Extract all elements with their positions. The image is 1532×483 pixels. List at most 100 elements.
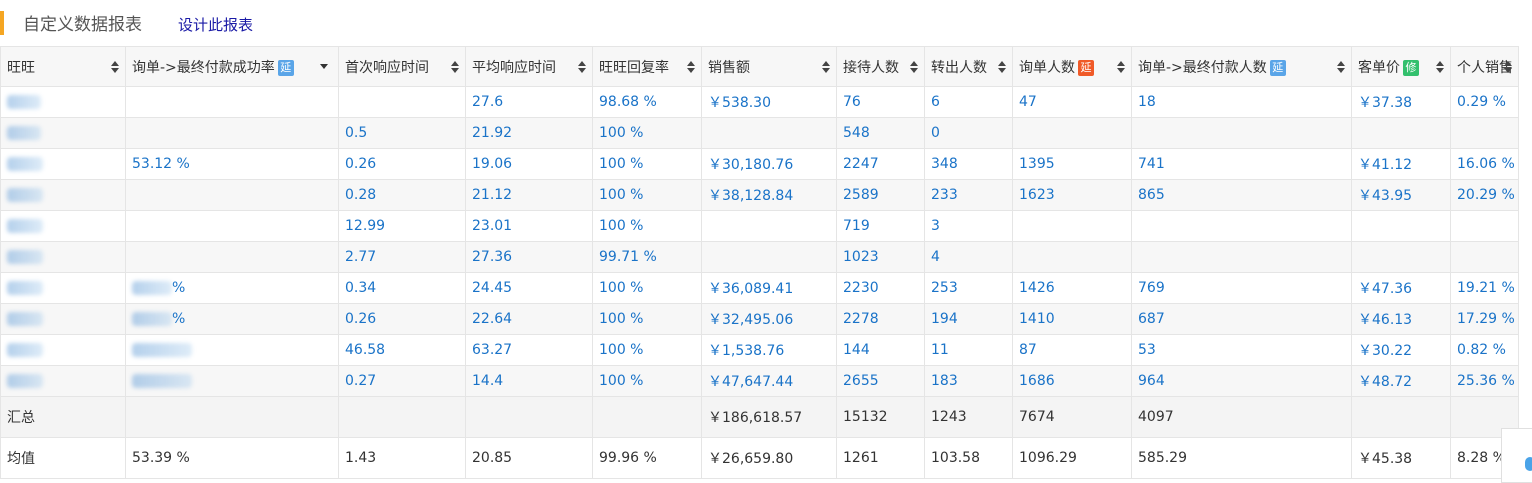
table-row[interactable]: 0.5 21.92 100 % 548 0 bbox=[0, 117, 1519, 149]
column-header[interactable]: 转出人数 bbox=[924, 46, 1013, 87]
table-cell: 24.45 bbox=[465, 272, 593, 304]
table-cell: 17.29 % bbox=[1450, 303, 1519, 335]
cell-value: 0.26 bbox=[345, 311, 377, 327]
cell-value: 0.28 bbox=[345, 187, 377, 203]
column-badge-icon: 修 bbox=[1403, 59, 1419, 76]
cell-value: ￥48.72 bbox=[1358, 374, 1413, 390]
column-header-label: 旺旺回复率 bbox=[599, 59, 669, 76]
table-cell: 100 % bbox=[592, 303, 702, 335]
cell-value: 2230 bbox=[843, 280, 879, 296]
cell-value: 0.26 bbox=[345, 156, 377, 172]
cell-value: 25.36 % bbox=[1457, 373, 1515, 389]
table-cell bbox=[0, 272, 126, 304]
sort-icon[interactable] bbox=[1436, 61, 1444, 73]
cell-value: 21.12 bbox=[472, 187, 513, 203]
column-header[interactable]: 个人销售 bbox=[1450, 46, 1519, 87]
column-header[interactable]: 首次响应时间 bbox=[338, 46, 466, 87]
design-report-link[interactable]: 设计此报表 bbox=[178, 14, 253, 35]
cell-value: 2.77 bbox=[345, 249, 377, 265]
blurred-name bbox=[7, 374, 43, 388]
cell-value: 769 bbox=[1138, 280, 1165, 296]
cell-value: ￥32,495.06 bbox=[708, 312, 794, 328]
footer-cell: 103.58 bbox=[924, 437, 1013, 479]
table-cell: ￥47.36 bbox=[1351, 272, 1451, 304]
column-header[interactable]: 询单->最终付款成功率延 bbox=[125, 46, 339, 87]
column-header[interactable]: 旺旺 bbox=[0, 46, 126, 87]
page-title: 自定义数据报表 bbox=[23, 15, 142, 35]
sort-icon[interactable] bbox=[687, 61, 695, 73]
column-header[interactable]: 客单价修 bbox=[1351, 46, 1451, 87]
table-cell: 100 % bbox=[592, 272, 702, 304]
column-header[interactable]: 旺旺回复率 bbox=[592, 46, 702, 87]
chevron-down-icon[interactable] bbox=[320, 64, 328, 69]
cell-value: 17.29 % bbox=[1457, 311, 1515, 327]
sort-icon[interactable] bbox=[451, 61, 459, 73]
sort-icon[interactable] bbox=[578, 61, 586, 73]
table-row[interactable]: 12.99 23.01 100 % 719 3 bbox=[0, 210, 1519, 242]
table-cell bbox=[1012, 210, 1132, 242]
sort-icon[interactable] bbox=[1337, 61, 1345, 73]
table-cell: % bbox=[125, 303, 339, 335]
cell-value: ￥47.36 bbox=[1358, 281, 1413, 297]
cell-value: 100 % bbox=[599, 342, 644, 358]
sort-icon[interactable] bbox=[111, 61, 119, 73]
table-cell: 1623 bbox=[1012, 179, 1132, 211]
cell-value: ￥43.95 bbox=[1358, 188, 1413, 204]
cell-value: 687 bbox=[1138, 311, 1165, 327]
table-cell: 21.92 bbox=[465, 117, 593, 149]
cell-value: 1395 bbox=[1019, 156, 1055, 172]
floating-service-widget[interactable] bbox=[1501, 428, 1532, 483]
table-cell bbox=[125, 117, 339, 149]
table-row[interactable]: 0.27 14.4 100 % ￥47,647.44 2655 183 1686 964 ￥48… bbox=[0, 365, 1519, 397]
sort-icon[interactable] bbox=[1117, 61, 1125, 73]
sort-icon[interactable] bbox=[998, 61, 1006, 73]
cell-value: 20.29 % bbox=[1457, 187, 1515, 203]
cell-value: 548 bbox=[843, 125, 870, 141]
column-header[interactable]: 询单人数延 bbox=[1012, 46, 1132, 87]
table-cell: 1023 bbox=[836, 241, 925, 273]
table-cell: 2589 bbox=[836, 179, 925, 211]
sort-icon[interactable] bbox=[822, 61, 830, 73]
cell-value: ￥30,180.76 bbox=[708, 157, 794, 173]
table-row[interactable]: 2.77 27.36 99.71 % 1023 4 bbox=[0, 241, 1519, 273]
table-cell bbox=[125, 86, 339, 118]
table-row[interactable]: % 0.26 22.64 100 % ￥32,495.06 2278 194 1410 687 ￥… bbox=[0, 303, 1519, 335]
sort-icon[interactable] bbox=[910, 61, 918, 73]
table-cell bbox=[1351, 241, 1451, 273]
table-row[interactable]: % 0.34 24.45 100 % ￥36,089.41 2230 253 1426 769 ￥… bbox=[0, 272, 1519, 304]
table-cell: 548 bbox=[836, 117, 925, 149]
table-row[interactable]: 27.6 98.68 % ￥538.30 76 6 47 18 ￥37.38 0.29 % bbox=[0, 86, 1519, 118]
cell-value: 233 bbox=[931, 187, 958, 203]
cell-value: 1410 bbox=[1019, 311, 1055, 327]
cell-value: 27.36 bbox=[472, 249, 513, 265]
cell-value: ￥47,647.44 bbox=[708, 374, 794, 390]
column-header[interactable]: 销售额 bbox=[701, 46, 837, 87]
blurred-value bbox=[132, 343, 192, 357]
cell-value: ￥1,538.76 bbox=[708, 343, 785, 359]
cell-value: 0.5 bbox=[345, 125, 368, 141]
column-header[interactable]: 接待人数 bbox=[836, 46, 925, 87]
cell-value: 6 bbox=[931, 94, 940, 110]
table-cell: ￥1,538.76 bbox=[701, 334, 837, 366]
table-cell: % bbox=[125, 272, 339, 304]
table-cell: 27.36 bbox=[465, 241, 593, 273]
table-row[interactable]: 0.28 21.12 100 % ￥38,128.84 2589 233 1623 865 ￥4… bbox=[0, 179, 1519, 211]
table-row[interactable]: 46.58 63.27 100 % ￥1,538.76 144 11 87 53 ￥30.22 0… bbox=[0, 334, 1519, 366]
table-cell: 46.58 bbox=[338, 334, 466, 366]
cell-value: 348 bbox=[931, 156, 958, 172]
table-cell: 11 bbox=[924, 334, 1013, 366]
column-header[interactable]: 询单->最终付款人数延 bbox=[1131, 46, 1352, 87]
column-header-label: 询单人数 bbox=[1019, 59, 1075, 76]
table-cell: 1426 bbox=[1012, 272, 1132, 304]
footer-cell bbox=[125, 396, 339, 438]
table-cell bbox=[338, 86, 466, 118]
column-header[interactable]: 平均响应时间 bbox=[465, 46, 593, 87]
service-icon[interactable] bbox=[1525, 457, 1532, 471]
sort-icon[interactable] bbox=[1504, 61, 1512, 73]
table-cell: 18 bbox=[1131, 86, 1352, 118]
cell-value: 3 bbox=[931, 218, 940, 234]
footer-cell bbox=[338, 396, 466, 438]
footer-cell: 1.43 bbox=[338, 437, 466, 479]
table-row[interactable]: 53.12 % 0.26 19.06 100 % ￥30,180.76 2247 348 13… bbox=[0, 148, 1519, 180]
blurred-name bbox=[7, 219, 43, 233]
